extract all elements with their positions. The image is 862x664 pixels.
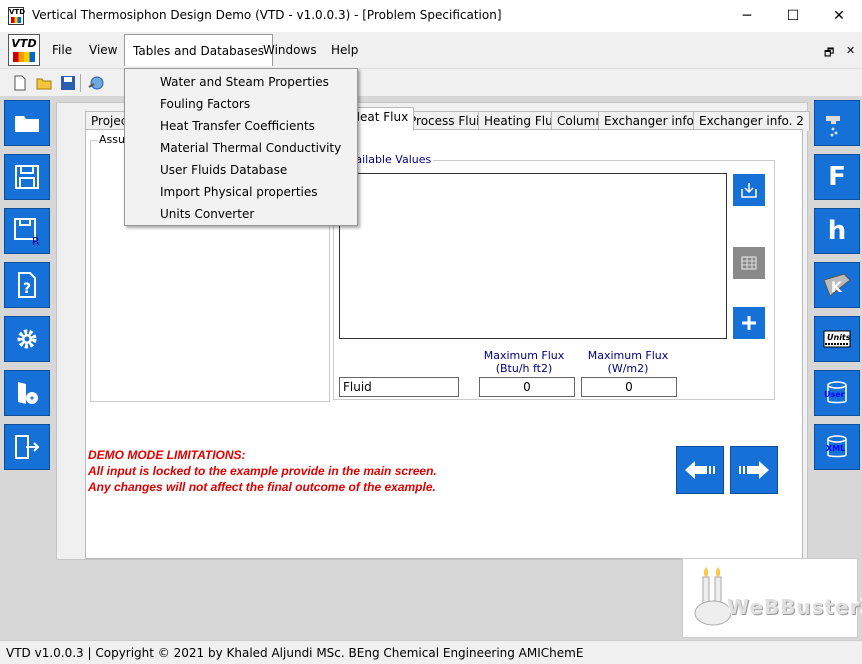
open-folder-icon[interactable]: [36, 75, 52, 91]
exit-button[interactable]: [4, 424, 50, 470]
mdi-restore-icon[interactable]: 🗗: [824, 44, 834, 63]
watermark-text: WeBBusterZ: [727, 595, 862, 619]
demo-limitations-line2: Any changes will not affect the final ou…: [88, 480, 436, 494]
max-flux-wm2-line2: (W/m2): [607, 362, 649, 375]
open-project-button[interactable]: [4, 100, 50, 146]
save-project-button[interactable]: [4, 154, 50, 200]
logo-text: VTD: [11, 37, 37, 50]
water-steam-button[interactable]: [814, 100, 860, 146]
h-letter: h: [827, 216, 847, 246]
max-flux-btu-line2: (Btu/h ft2): [495, 362, 553, 375]
mdi-close-icon[interactable]: ✕: [846, 44, 855, 57]
demo-limitations-line1: All input is locked to the example provi…: [88, 464, 437, 478]
install-button[interactable]: [4, 370, 50, 416]
available-values-list[interactable]: [339, 173, 727, 339]
heat-transfer-button[interactable]: h: [814, 208, 860, 254]
svg-text:R: R: [32, 235, 40, 246]
menu-view[interactable]: View: [81, 34, 125, 66]
database-user-icon: User: [824, 381, 847, 404]
close-button[interactable]: ✕: [816, 0, 862, 32]
save-report-button[interactable]: R: [4, 208, 50, 254]
exit-door-icon: [15, 435, 40, 459]
user-database-button[interactable]: User: [814, 370, 860, 416]
max-flux-btu-line1: Maximum Flux: [483, 349, 565, 362]
available-values-group: Available Values Maximum Flux (Btu/h ft2)…: [333, 153, 775, 400]
plus-icon: [742, 316, 756, 330]
max-flux-wm2-line1: Maximum Flux: [587, 349, 669, 362]
add-button[interactable]: [733, 307, 765, 339]
import-icon: [741, 183, 757, 198]
menu-windows[interactable]: Windows: [255, 34, 325, 66]
left-sidebar: R ?: [0, 96, 52, 640]
menu-tables-and-databases[interactable]: Tables and Databases: [124, 34, 273, 66]
maximize-button[interactable]: ☐: [770, 0, 816, 32]
menu-item-user-fluids-database[interactable]: User Fluids Database: [125, 159, 357, 181]
k-letter: K: [831, 280, 843, 296]
menu-item-fouling-factors[interactable]: Fouling Factors: [125, 93, 357, 115]
arrow-right-icon: [739, 461, 769, 479]
max-flux-btu-label: Maximum Flux (Btu/h ft2): [474, 349, 574, 375]
menu-item-import-physical-properties[interactable]: Import Physical properties: [125, 181, 357, 203]
app-icon: VTD: [8, 7, 25, 25]
settings-button[interactable]: [4, 316, 50, 362]
menu-item-water-steam[interactable]: Water and Steam Properties: [125, 71, 357, 93]
svg-text:?: ?: [23, 281, 31, 297]
faucet-icon: [826, 116, 840, 137]
xml-text: XML: [826, 444, 845, 453]
help-file-button[interactable]: ?: [4, 262, 50, 308]
title-bar: VTD Vertical Thermosiphon Design Demo (V…: [0, 0, 862, 32]
menu-item-heat-transfer-coefficients[interactable]: Heat Transfer Coefficients: [125, 115, 357, 137]
watermark-logo: WeBBusterZ: [682, 558, 862, 638]
menu-file[interactable]: File: [44, 34, 80, 66]
menu-item-units-converter[interactable]: Units Converter: [125, 203, 357, 225]
save-report-icon: R: [14, 218, 40, 246]
units-icon: Units: [823, 330, 851, 348]
previous-button[interactable]: [676, 446, 724, 494]
folder-icon: [15, 116, 39, 132]
database-xml-icon: XML: [826, 435, 847, 458]
max-flux-wm2-label: Maximum Flux (W/m2): [578, 349, 678, 375]
status-text: VTD v1.0.0.3 | Copyright © 2021 by Khale…: [6, 646, 584, 660]
fluid-field[interactable]: Fluid: [339, 377, 459, 397]
units-converter-button[interactable]: Units: [814, 316, 860, 362]
table-grid-icon: [741, 256, 757, 270]
menu-item-material-thermal-conductivity[interactable]: Material Thermal Conductivity: [125, 137, 357, 159]
fouling-factors-button[interactable]: F: [814, 154, 860, 200]
user-text: User: [824, 390, 845, 399]
help-file-icon: ?: [18, 272, 36, 298]
disc-box-icon: [18, 382, 38, 404]
toolbar-separator: [80, 74, 81, 92]
table-button[interactable]: [733, 247, 765, 279]
help-globe-icon[interactable]: [88, 75, 104, 91]
menu-help[interactable]: Help: [323, 34, 366, 66]
xml-import-button[interactable]: XML: [814, 424, 860, 470]
window-title: Vertical Thermosiphon Design Demo (VTD -…: [32, 8, 502, 22]
status-bar: VTD v1.0.0.3 | Copyright © 2021 by Khale…: [0, 640, 862, 664]
save-icon[interactable]: [60, 75, 76, 91]
tab-exchanger-info-2[interactable]: Exchanger info. 2: [693, 111, 810, 131]
new-file-icon[interactable]: [12, 75, 28, 91]
max-flux-wm2-field[interactable]: 0: [581, 377, 677, 397]
max-flux-btu-field[interactable]: 0: [479, 377, 575, 397]
save-icon: [15, 165, 39, 189]
menu-bar: VTD File View Tables and Databases Windo…: [0, 32, 862, 68]
minimize-button[interactable]: ─: [724, 0, 770, 32]
thermal-conductivity-button[interactable]: K: [814, 262, 860, 308]
arrow-left-icon: [685, 461, 715, 479]
next-button[interactable]: [730, 446, 778, 494]
vtd-logo: VTD: [8, 34, 40, 66]
units-text: Units: [827, 333, 851, 342]
tables-dropdown-menu: Water and Steam Properties Fouling Facto…: [124, 68, 358, 226]
pipe-k-icon: K: [823, 273, 851, 297]
gear-icon: [17, 329, 37, 349]
import-button[interactable]: [733, 174, 765, 206]
f-letter: F: [828, 162, 846, 192]
demo-limitations-title: DEMO MODE LIMITATIONS:: [88, 448, 246, 462]
